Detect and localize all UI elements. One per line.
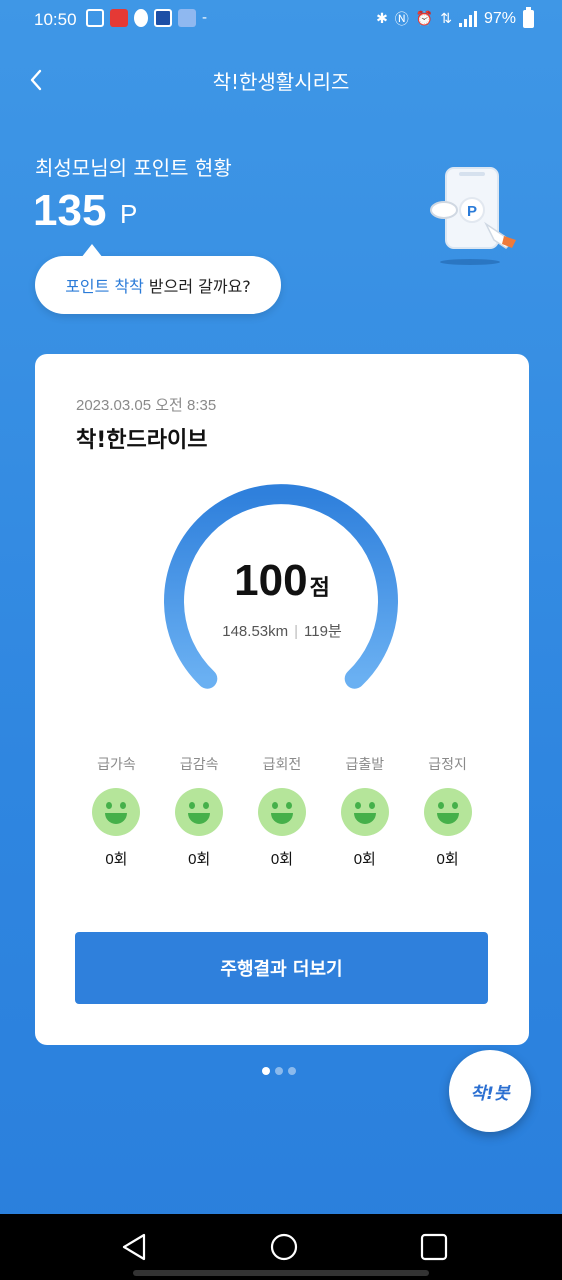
- drive-distance: 148.53km: [222, 623, 289, 640]
- battery-percent: 97%: [483, 10, 516, 27]
- smile-face-icon: [175, 788, 224, 836]
- page-title: 착!한생활시리즈: [212, 70, 350, 94]
- system-icons: ✱ Ⓝ ⏰ ⇅ 97%: [376, 7, 534, 29]
- event-label: 급출발: [345, 757, 385, 773]
- score-display: 100점: [35, 556, 529, 606]
- event-label: 급감속: [179, 757, 219, 773]
- nav-back-icon[interactable]: [118, 1230, 152, 1264]
- smile-face-icon: [423, 788, 472, 836]
- event-hard-braking: 급감속 0회: [158, 754, 241, 869]
- drive-stats: 148.53km | 119분: [35, 620, 529, 641]
- message-app-icon: [178, 9, 196, 27]
- bluetooth-icon: ✱: [376, 11, 388, 27]
- notification-icons: -: [86, 9, 207, 27]
- smile-face-icon: [257, 788, 306, 836]
- drive-result-card: 2023.03.05 오전 8:35 착!한드라이브 100점 148.53km…: [35, 354, 529, 1045]
- points-value: 135: [33, 186, 107, 235]
- points-prompt-text: 받으러 갈까요?: [148, 277, 251, 296]
- card-title: 착!한드라이브: [76, 428, 208, 453]
- alarm-icon: ⏰: [415, 11, 434, 27]
- battery-icon: [523, 7, 534, 28]
- page-dot[interactable]: [275, 1067, 283, 1075]
- event-sudden-start: 급출발 0회: [323, 754, 406, 869]
- event-count: 0회: [353, 851, 376, 868]
- points-prompt-bubble[interactable]: 포인트 착착 받으러 갈까요?: [35, 244, 281, 314]
- smile-face-icon: [92, 788, 141, 836]
- more-results-button[interactable]: 주행결과 더보기: [75, 932, 488, 1004]
- nfc-icon: Ⓝ: [394, 12, 409, 28]
- phone-points-illustration: P: [426, 162, 526, 266]
- signal-icon: [458, 11, 477, 27]
- event-count: 0회: [188, 851, 211, 868]
- event-label: 급가속: [97, 757, 136, 773]
- app-header: 착!한생활시리즈: [0, 56, 562, 104]
- event-sudden-stop: 급정지 0회: [406, 754, 489, 869]
- points-unit: P: [120, 199, 138, 229]
- status-bar: 10:50 - ✱ Ⓝ ⏰ ⇅ 97%: [0, 0, 562, 42]
- news-app-icon: [110, 9, 128, 27]
- smile-face-icon: [340, 788, 389, 836]
- radio-app-icon: [86, 9, 104, 27]
- event-label: 급정지: [428, 757, 467, 773]
- score-unit: 점: [309, 576, 330, 601]
- event-hard-acceleration: 급가속 0회: [75, 754, 158, 869]
- score-value: 100: [234, 556, 308, 605]
- illustration-letter: P: [467, 203, 477, 220]
- drive-date: 2023.03.05 오전 8:35: [76, 397, 217, 414]
- points-prompt-highlight: 포인트 착착: [65, 277, 144, 296]
- event-count: 0회: [436, 851, 459, 868]
- page-dot[interactable]: [288, 1067, 296, 1075]
- page-indicator: [262, 1067, 296, 1075]
- status-time: 10:50: [34, 10, 77, 29]
- event-count: 0회: [270, 851, 294, 868]
- event-sharp-turn: 급회전 0회: [241, 754, 324, 869]
- drive-duration: 119분: [304, 623, 342, 640]
- stats-divider: |: [294, 623, 299, 640]
- nav-recents-icon[interactable]: [417, 1230, 451, 1264]
- more-notifications-indicator: -: [202, 10, 208, 26]
- home-indicator: [133, 1270, 429, 1276]
- lte-icon: ⇅: [440, 11, 452, 27]
- chatbot-button[interactable]: 착!봇: [449, 1050, 531, 1132]
- driving-events: 급가속 0회 급감속 0회 급회전 0회 급출발 0회 급정지 0회: [75, 754, 489, 869]
- snowman-icon: [134, 9, 148, 27]
- nav-home-icon[interactable]: [267, 1230, 301, 1264]
- event-label: 급회전: [262, 757, 302, 773]
- event-count: 0회: [105, 851, 128, 868]
- points-label: 최성모님의 포인트 현황: [35, 156, 232, 180]
- page-dot-active[interactable]: [262, 1067, 270, 1075]
- calendar-app-icon: [154, 9, 172, 27]
